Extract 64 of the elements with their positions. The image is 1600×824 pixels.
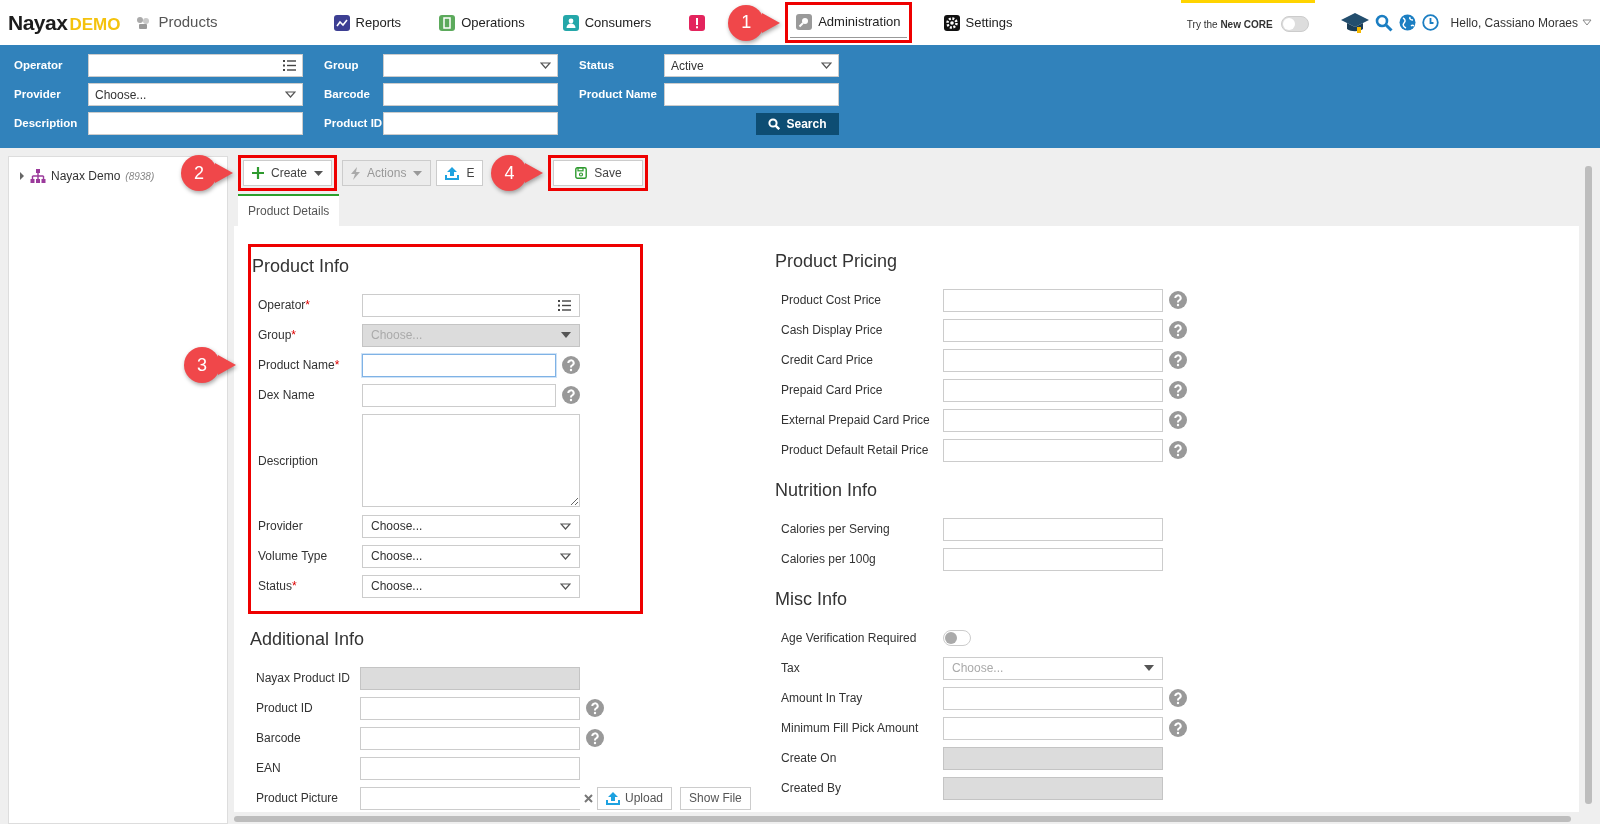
field-label: Status bbox=[578, 57, 616, 73]
tree-item[interactable]: Nayax Demo bbox=[51, 167, 121, 185]
field-label: Calories per Serving bbox=[781, 521, 891, 538]
user-greeting[interactable]: Hello, Cassiano Moraes bbox=[1450, 13, 1578, 32]
field-label: Product Default Retail Price bbox=[781, 442, 930, 459]
show-file-button[interactable]: Show File bbox=[680, 786, 751, 810]
field-label: Description bbox=[258, 452, 320, 470]
field-label: Status* bbox=[258, 578, 298, 595]
field-label: Provider bbox=[14, 86, 62, 102]
dropdown[interactable]: Choose... bbox=[362, 574, 580, 598]
nav-link[interactable]: Administration bbox=[790, 7, 907, 38]
section-title: Nutrition Info bbox=[775, 479, 879, 502]
dropdown[interactable]: Choose... bbox=[362, 544, 580, 568]
item-count: (8938) bbox=[125, 169, 155, 184]
field-label: EAN bbox=[256, 760, 282, 777]
dropdown[interactable]: Choose... bbox=[362, 514, 580, 538]
field-label: Created By bbox=[781, 780, 843, 797]
field-label: Description bbox=[14, 115, 79, 131]
field-label: Prepaid Card Price bbox=[781, 382, 884, 399]
field-label: External Prepaid Card Price bbox=[781, 412, 931, 429]
field-label: Provider bbox=[258, 518, 304, 535]
field-label: Group bbox=[323, 57, 360, 73]
field-label: Product ID bbox=[323, 115, 383, 131]
dropdown[interactable]: Active bbox=[664, 54, 839, 77]
field-label: Tax bbox=[781, 660, 801, 677]
save-button[interactable]: Save bbox=[553, 160, 644, 186]
dropdown[interactable]: Choose... bbox=[88, 83, 303, 106]
field-label: Group* bbox=[258, 327, 298, 344]
logo[interactable]: Nayax bbox=[8, 6, 68, 39]
page-title: Products bbox=[158, 12, 218, 33]
tab[interactable]: Product Details bbox=[238, 194, 340, 226]
nav-link[interactable]: Settings bbox=[937, 7, 1019, 38]
nav-link[interactable]: Consumers bbox=[556, 7, 658, 38]
section-title: Misc Info bbox=[775, 588, 849, 611]
field-label: Create On bbox=[781, 750, 838, 767]
section-title: Product Info bbox=[252, 255, 351, 278]
field-label: Amount In Tray bbox=[781, 690, 864, 707]
field-label: Credit Card Price bbox=[781, 352, 875, 369]
field-label: Product ID bbox=[256, 700, 314, 717]
nav-link[interactable]: Operations bbox=[433, 7, 531, 38]
field-label: Cash Display Price bbox=[781, 322, 884, 339]
nav-link[interactable]: Reports bbox=[327, 7, 408, 38]
promo-text: Try the New CORE bbox=[1186, 17, 1273, 32]
field-label: Product Picture bbox=[256, 790, 340, 807]
field-label: Product Cost Price bbox=[781, 292, 883, 309]
field-label: Product Name bbox=[578, 86, 658, 102]
field-label: Operator bbox=[14, 57, 64, 73]
field-label: Minimum Fill Pick Amount bbox=[781, 720, 920, 737]
field-label: Nayax Product ID bbox=[256, 670, 352, 687]
upload-button[interactable]: Upload bbox=[597, 786, 673, 810]
field-label: Dex Name bbox=[258, 387, 316, 404]
field-label: Age Verification Required bbox=[781, 630, 918, 647]
field-label: Barcode bbox=[323, 86, 372, 102]
export-button[interactable]: E bbox=[436, 160, 484, 186]
search-button[interactable]: Search bbox=[756, 112, 839, 135]
field-label: Operator* bbox=[258, 297, 312, 314]
field-label: Volume Type bbox=[258, 548, 329, 565]
field-label: Calories per 100g bbox=[781, 551, 877, 568]
section-title: Product Pricing bbox=[775, 250, 899, 273]
create-button[interactable]: Create bbox=[243, 160, 333, 186]
section-title: Additional Info bbox=[250, 628, 366, 651]
logo-tag: DEMO bbox=[69, 11, 121, 38]
field-label: Barcode bbox=[256, 730, 302, 747]
field-label: Product Name* bbox=[258, 357, 341, 374]
